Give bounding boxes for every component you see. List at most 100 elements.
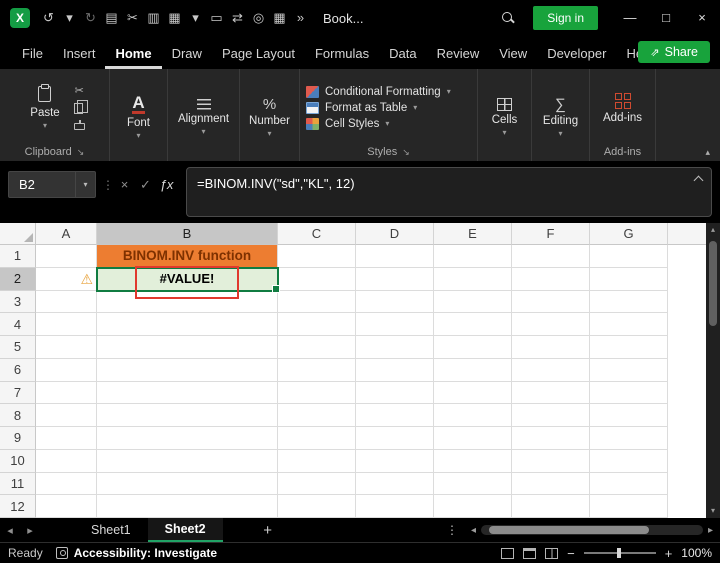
- cell-C9[interactable]: [278, 427, 356, 450]
- cell-B2[interactable]: #VALUE!: [96, 265, 280, 299]
- cell-A1[interactable]: [36, 245, 97, 268]
- cell-F3[interactable]: [512, 290, 590, 314]
- cell-A4[interactable]: [36, 313, 97, 336]
- formula-bar-grip-icon[interactable]: ⋮: [102, 178, 114, 192]
- cell-G5[interactable]: [590, 336, 668, 359]
- search-icon[interactable]: [501, 11, 515, 25]
- close-button[interactable]: ×: [684, 0, 720, 36]
- cell-C5[interactable]: [278, 336, 356, 359]
- scroll-up-icon[interactable]: ▴: [711, 223, 715, 237]
- cell-A2[interactable]: ⚠: [36, 267, 97, 291]
- cell-E4[interactable]: [434, 313, 512, 336]
- qat-overflow-icon[interactable]: »: [290, 0, 311, 36]
- scroll-down-icon[interactable]: ▾: [711, 504, 715, 518]
- cell-C2[interactable]: [278, 267, 356, 291]
- cell-C4[interactable]: [278, 313, 356, 336]
- cancel-button[interactable]: ×: [114, 177, 135, 192]
- tab-review[interactable]: Review: [427, 39, 490, 69]
- cell-A11[interactable]: [36, 472, 97, 496]
- cell-F1[interactable]: [512, 245, 590, 268]
- tab-page-layout[interactable]: Page Layout: [212, 39, 305, 69]
- formula-input[interactable]: =BINOM.INV("sd","KL", 12): [186, 167, 712, 217]
- name-box-dropdown-icon[interactable]: ▾: [75, 172, 95, 197]
- error-warning-icon[interactable]: ⚠: [80, 272, 93, 286]
- cells-group-button[interactable]: Cells ▾: [486, 96, 524, 139]
- cell-F2[interactable]: [512, 267, 590, 291]
- cell-D7[interactable]: [356, 381, 434, 405]
- vertical-scrollbar-thumb[interactable]: [709, 241, 717, 326]
- sheet-nav-right-icon[interactable]: ▸: [20, 524, 40, 537]
- cell-B7[interactable]: [97, 381, 278, 405]
- cell-F9[interactable]: [512, 427, 590, 450]
- row-header-5[interactable]: 5: [0, 336, 36, 359]
- tab-draw[interactable]: Draw: [162, 39, 212, 69]
- cell-F8[interactable]: [512, 404, 590, 427]
- cell-B9[interactable]: [97, 427, 278, 450]
- row-header-10[interactable]: 10: [0, 449, 36, 473]
- page-layout-view-icon[interactable]: [523, 547, 537, 559]
- cell-C7[interactable]: [278, 381, 356, 405]
- zoom-level[interactable]: 100%: [681, 546, 712, 560]
- undo-icon[interactable]: ↺: [38, 0, 59, 36]
- cell-D9[interactable]: [356, 427, 434, 450]
- horizontal-scrollbar-track[interactable]: [481, 525, 703, 535]
- qat-dropdown-icon[interactable]: ▾: [185, 0, 206, 36]
- cell-B6[interactable]: [97, 358, 278, 382]
- cell-D4[interactable]: [356, 313, 434, 336]
- cell-B4[interactable]: [97, 313, 278, 336]
- cell-D10[interactable]: [356, 449, 434, 473]
- cell-E7[interactable]: [434, 381, 512, 405]
- cut-icon[interactable]: ✂: [122, 0, 143, 36]
- cell-B10[interactable]: [97, 449, 278, 473]
- cell-B12[interactable]: [97, 495, 278, 518]
- row-header-4[interactable]: 4: [0, 313, 36, 336]
- cell-G10[interactable]: [590, 449, 668, 473]
- cell-D5[interactable]: [356, 336, 434, 359]
- tab-data[interactable]: Data: [379, 39, 426, 69]
- enter-button[interactable]: ✓: [135, 177, 156, 193]
- paste-button[interactable]: Paste ▾: [24, 84, 65, 132]
- scroll-right-icon[interactable]: ▸: [703, 525, 718, 536]
- cell-E8[interactable]: [434, 404, 512, 427]
- cell-C11[interactable]: [278, 472, 356, 496]
- undo-dropdown-icon[interactable]: ▾: [59, 0, 80, 36]
- alignment-group-button[interactable]: Alignment ▾: [172, 97, 235, 138]
- cell-D8[interactable]: [356, 404, 434, 427]
- column-header-C[interactable]: C: [278, 223, 356, 245]
- cell-G3[interactable]: [590, 290, 668, 314]
- column-header-A[interactable]: A: [36, 223, 97, 245]
- cell-E6[interactable]: [434, 358, 512, 382]
- cell-G1[interactable]: [590, 245, 668, 268]
- cell-F4[interactable]: [512, 313, 590, 336]
- scroll-left-icon[interactable]: ◂: [466, 525, 481, 536]
- row-header-7[interactable]: 7: [0, 381, 36, 405]
- cell-E11[interactable]: [434, 472, 512, 496]
- accessibility-status[interactable]: Accessibility: Investigate: [55, 546, 217, 560]
- cell-B1[interactable]: BINOM.INV function: [97, 245, 278, 268]
- styles-button-cell-styles[interactable]: Cell Styles ▾: [306, 118, 389, 130]
- row-header-11[interactable]: 11: [0, 472, 36, 496]
- cell-G6[interactable]: [590, 358, 668, 382]
- zoom-slider[interactable]: [583, 548, 656, 558]
- cell-E9[interactable]: [434, 427, 512, 450]
- cell-G11[interactable]: [590, 472, 668, 496]
- tab-insert[interactable]: Insert: [53, 39, 106, 69]
- cell-E5[interactable]: [434, 336, 512, 359]
- sign-in-button[interactable]: Sign in: [533, 6, 598, 30]
- cell-F11[interactable]: [512, 472, 590, 496]
- cell-C6[interactable]: [278, 358, 356, 382]
- select-all-button[interactable]: [0, 223, 36, 245]
- styles-button-conditional-formatting[interactable]: Conditional Formatting ▾: [306, 86, 451, 98]
- camera-icon[interactable]: ◎: [248, 0, 269, 36]
- cell-D6[interactable]: [356, 358, 434, 382]
- cell-E12[interactable]: [434, 495, 512, 518]
- cell-G8[interactable]: [590, 404, 668, 427]
- cell-A5[interactable]: [36, 336, 97, 359]
- column-header-E[interactable]: E: [434, 223, 512, 245]
- sheet-tab-sheet1[interactable]: Sheet1: [74, 518, 148, 542]
- cell-F10[interactable]: [512, 449, 590, 473]
- zoom-out-button[interactable]: −: [567, 547, 575, 560]
- cell-C3[interactable]: [278, 290, 356, 314]
- tab-formulas[interactable]: Formulas: [305, 39, 379, 69]
- collapse-ribbon-icon[interactable]: ▴: [705, 147, 710, 158]
